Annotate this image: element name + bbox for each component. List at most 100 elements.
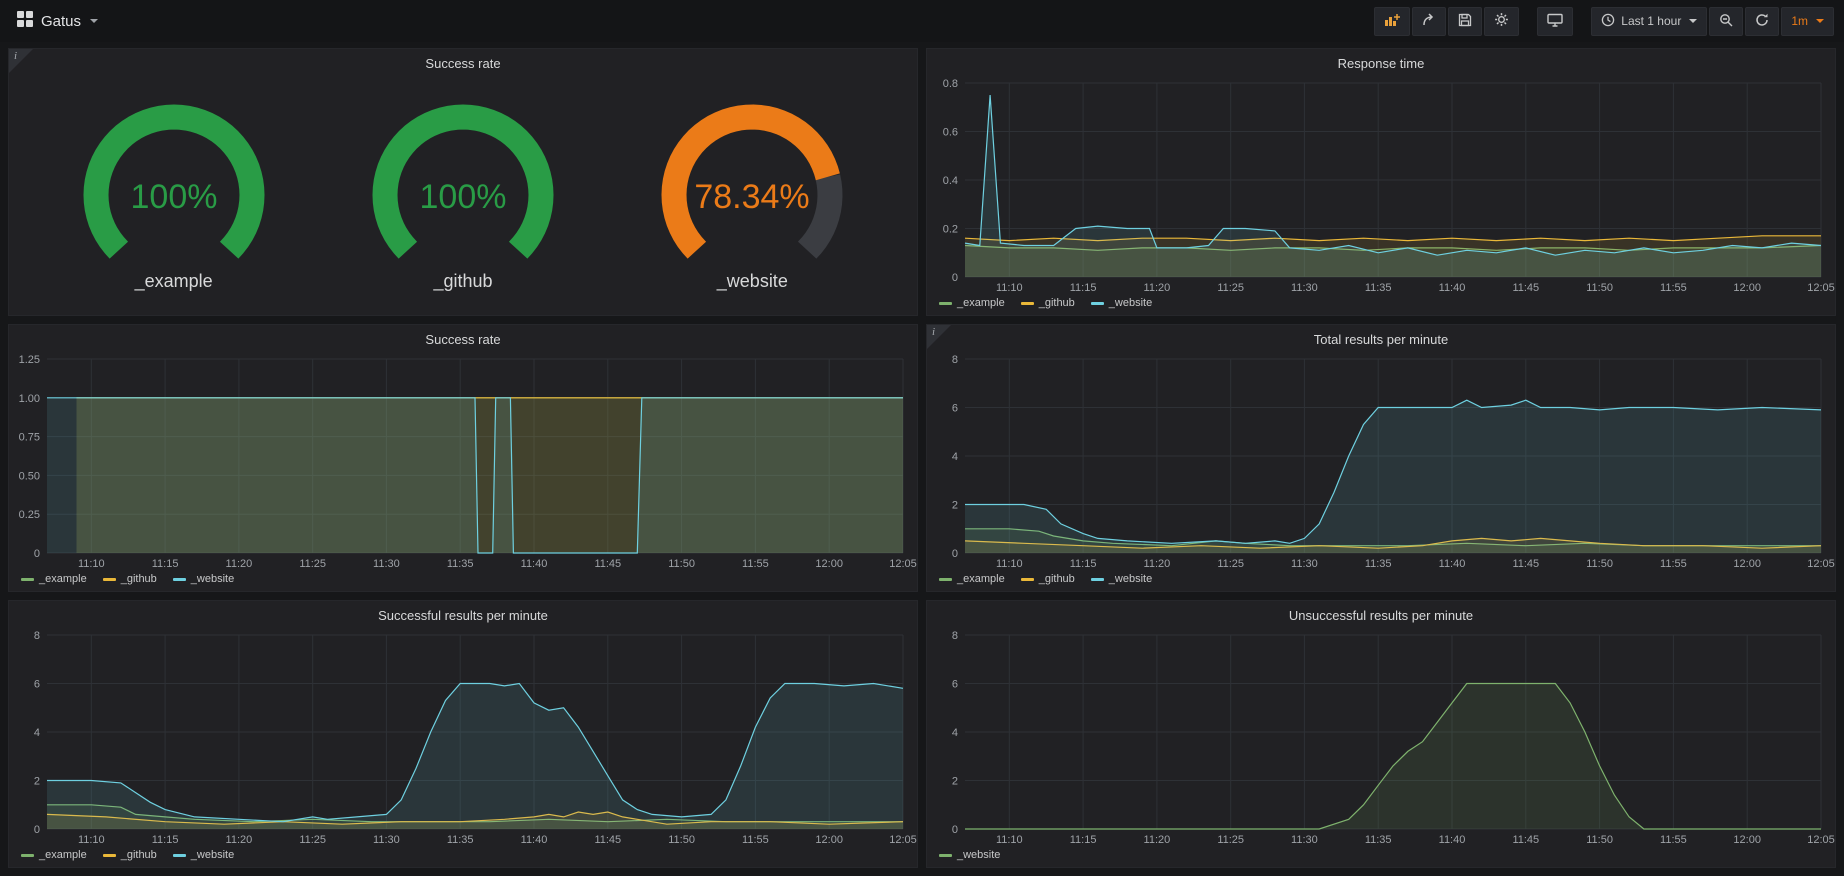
floppy-disk-icon (1458, 13, 1472, 30)
panel-title[interactable]: Success rate (9, 325, 917, 351)
gauge-canvas: 100% (54, 99, 294, 267)
x-tick-label: 11:40 (521, 558, 548, 570)
x-tick-label: 11:50 (668, 834, 695, 846)
legend-label: _example (957, 573, 1005, 585)
cycle-view-button[interactable] (1537, 7, 1573, 36)
zoom-out-button[interactable] (1709, 7, 1743, 36)
dashboard-grid: i Success rate 100%_example100%_github78… (0, 42, 1844, 876)
legend-color-icon (1091, 302, 1104, 305)
y-tick-label: 0.8 (943, 78, 958, 90)
legend-item-_example[interactable]: _example (939, 573, 1005, 585)
chart-canvas[interactable]: 0246811:1011:1511:2011:2511:3011:3511:40… (927, 627, 1835, 847)
magnifier-minus-icon (1719, 13, 1733, 30)
y-tick-label: 0.50 (19, 470, 40, 482)
refresh-interval-dropdown[interactable]: 1m (1781, 7, 1834, 36)
x-tick-label: 11:15 (1070, 282, 1097, 294)
legend-item-_github[interactable]: _github (1021, 573, 1075, 585)
dashboard-title-dropdown[interactable]: Gatus (10, 6, 104, 36)
refresh-interval-label: 1m (1791, 14, 1808, 28)
x-tick-label: 11:50 (668, 558, 695, 570)
y-tick-label: 0 (34, 548, 40, 560)
legend-item-_github[interactable]: _github (1021, 297, 1075, 309)
chart-canvas[interactable]: 0246811:1011:1511:2011:2511:3011:3511:40… (927, 351, 1835, 571)
x-tick-label: 11:25 (299, 834, 326, 846)
x-tick-label: 11:30 (373, 558, 400, 570)
gauge-row: 100%_example100%_github78.34%_website (9, 75, 917, 315)
chart-area[interactable]: 0246811:1011:1511:2011:2511:3011:3511:40… (927, 627, 1835, 847)
legend-item-_website[interactable]: _website (939, 849, 1000, 861)
panel-successful-results-per-minute: Successful results per minute 0246811:10… (8, 600, 918, 868)
y-tick-label: 1.25 (19, 354, 40, 366)
legend-item-_github[interactable]: _github (103, 573, 157, 585)
chart-area[interactable]: 0246811:1011:1511:2011:2511:3011:3511:40… (927, 351, 1835, 571)
y-tick-label: 2 (34, 776, 40, 788)
save-button[interactable] (1448, 7, 1482, 36)
legend-label: _website (191, 849, 234, 861)
y-tick-label: 6 (952, 679, 958, 691)
x-tick-label: 11:10 (996, 558, 1023, 570)
legend-item-_github[interactable]: _github (103, 849, 157, 861)
panel-info-corner[interactable]: i (9, 49, 33, 73)
x-tick-label: 11:55 (1660, 282, 1687, 294)
x-tick-label: 11:15 (1070, 558, 1097, 570)
x-tick-label: 11:30 (1291, 834, 1318, 846)
y-tick-label: 0.6 (943, 127, 958, 139)
panel-title[interactable]: Successful results per minute (9, 601, 917, 627)
x-tick-label: 11:50 (1586, 834, 1613, 846)
legend-item-_website[interactable]: _website (1091, 573, 1152, 585)
panel-total-results-per-minute: i Total results per minute 0246811:1011:… (926, 324, 1836, 592)
legend-item-_website[interactable]: _website (1091, 297, 1152, 309)
x-tick-label: 11:15 (152, 834, 179, 846)
x-tick-label: 12:05 (1807, 558, 1835, 570)
chart-canvas[interactable]: 00.20.40.60.811:1011:1511:2011:2511:3011… (927, 75, 1835, 295)
series-area-_website (965, 684, 1821, 830)
panel-response-time: Response time 00.20.40.60.811:1011:1511:… (926, 48, 1836, 316)
y-tick-label: 8 (34, 630, 40, 642)
chart-area[interactable]: 0246811:1011:1511:2011:2511:3011:3511:40… (9, 627, 917, 847)
x-tick-label: 11:45 (594, 558, 621, 570)
chevron-down-icon (1816, 19, 1824, 23)
y-tick-label: 2 (952, 776, 958, 788)
x-tick-label: 11:40 (1439, 834, 1466, 846)
legend-item-_example[interactable]: _example (21, 573, 87, 585)
y-tick-label: 0 (952, 548, 958, 560)
panel-title[interactable]: Unsuccessful results per minute (927, 601, 1835, 627)
legend-color-icon (939, 854, 952, 857)
time-picker-button[interactable]: Last 1 hour (1591, 7, 1707, 36)
panel-title[interactable]: Total results per minute (927, 325, 1835, 351)
gauge-label: _github (433, 271, 492, 292)
legend-label: _github (1039, 573, 1075, 585)
add-panel-button[interactable] (1374, 7, 1410, 36)
panel-title[interactable]: Response time (927, 49, 1835, 75)
share-icon (1422, 13, 1436, 30)
chart-canvas[interactable]: 0246811:1011:1511:2011:2511:3011:3511:40… (9, 627, 917, 847)
settings-button[interactable] (1484, 7, 1519, 36)
legend-item-_website[interactable]: _website (173, 573, 234, 585)
legend-color-icon (939, 302, 952, 305)
refresh-button[interactable] (1745, 7, 1779, 36)
legend-color-icon (21, 578, 34, 581)
legend-item-_example[interactable]: _example (21, 849, 87, 861)
x-tick-label: 12:00 (1733, 558, 1761, 570)
x-tick-label: 11:55 (742, 834, 769, 846)
panel-info-corner[interactable]: i (927, 325, 951, 349)
x-tick-label: 11:35 (447, 834, 474, 846)
legend-color-icon (1021, 578, 1034, 581)
x-tick-label: 12:00 (1733, 834, 1761, 846)
legend-item-_website[interactable]: _website (173, 849, 234, 861)
y-tick-label: 8 (952, 630, 958, 642)
panel-title[interactable]: Success rate (9, 49, 917, 75)
chart-area[interactable]: 00.20.40.60.811:1011:1511:2011:2511:3011… (927, 75, 1835, 295)
legend-color-icon (21, 854, 34, 857)
y-tick-label: 6 (952, 403, 958, 415)
chart-canvas[interactable]: 00.250.500.751.001.2511:1011:1511:2011:2… (9, 351, 917, 571)
legend-label: _website (957, 849, 1000, 861)
chart-area[interactable]: 00.250.500.751.001.2511:1011:1511:2011:2… (9, 351, 917, 571)
x-tick-label: 11:10 (78, 558, 105, 570)
share-button[interactable] (1412, 7, 1446, 36)
legend-item-_example[interactable]: _example (939, 297, 1005, 309)
x-tick-label: 11:40 (1439, 558, 1466, 570)
x-tick-label: 11:35 (1365, 282, 1392, 294)
bar-chart-plus-icon (1384, 13, 1400, 30)
y-tick-label: 4 (34, 727, 40, 739)
